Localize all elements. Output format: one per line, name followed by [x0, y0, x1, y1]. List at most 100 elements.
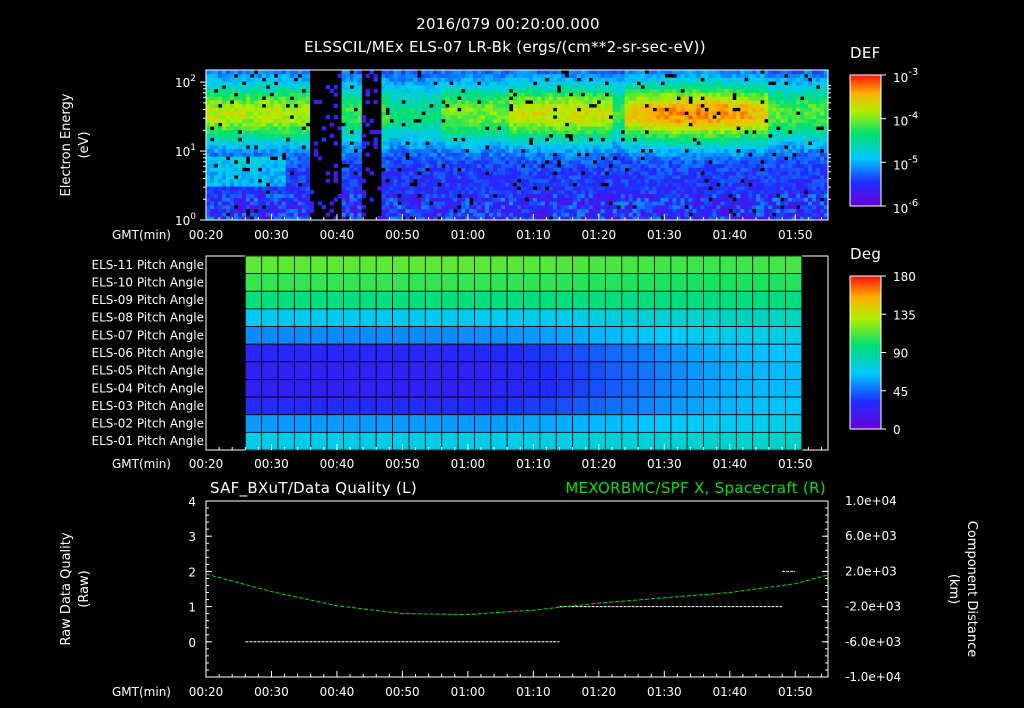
spectrogram-cell [341, 85, 346, 90]
spectrogram-cell [301, 133, 307, 138]
spectrogram-cell [253, 212, 259, 217]
spectrogram-cell [556, 70, 562, 75]
spectrogram-cell [305, 115, 311, 120]
spectrogram-cell [668, 148, 673, 153]
spectrogram-cell [385, 171, 390, 176]
spectrogram-cell [636, 122, 642, 127]
spectrogram-cell [644, 205, 649, 210]
spectrogram-cell [457, 148, 462, 153]
spectrogram-cell [692, 193, 697, 198]
spectrogram-cell [489, 88, 494, 93]
spectrogram-cell [592, 167, 598, 172]
spectrogram-cell [473, 96, 478, 101]
spectrogram-cell [293, 73, 299, 78]
spectrogram-cell [772, 167, 777, 172]
spectrogram-cell [513, 197, 518, 202]
spectrogram-cell [429, 137, 434, 142]
spectrogram-cell [429, 141, 434, 146]
spectrogram-cell [624, 156, 630, 161]
spectrogram-cell [648, 130, 653, 135]
spectrogram-cell [213, 197, 219, 202]
spectrogram-cell [652, 152, 657, 157]
spectrogram-cell [532, 208, 538, 213]
spectrogram-cell [632, 73, 638, 78]
spectrogram-cell [580, 205, 586, 210]
spectrogram-cell [768, 100, 773, 105]
spectrogram-cell [281, 141, 287, 146]
spectrogram-cell [229, 178, 235, 183]
spectrogram-cell [233, 81, 239, 86]
spectrogram-cell [341, 137, 346, 142]
spectrogram-cell [345, 208, 350, 213]
spectrogram-cell [257, 77, 263, 82]
spectrogram-cell [644, 190, 649, 195]
spectrogram-cell [612, 85, 618, 90]
spectrogram-cell [680, 73, 685, 78]
spectrogram-cell [209, 152, 215, 157]
spectrogram-cell [708, 81, 713, 86]
spectrogram-cell [572, 137, 578, 142]
spectrogram-cell [297, 100, 303, 105]
spectrogram-cell [748, 130, 753, 135]
spectrogram-cell [289, 197, 295, 202]
spectrogram-cell [628, 122, 634, 127]
spectrogram-cell [748, 100, 753, 105]
spectrogram-cell [517, 96, 522, 101]
spectrogram-cell [592, 193, 598, 198]
spectrogram-cell [237, 171, 243, 176]
spectrogram-cell [453, 122, 458, 127]
spectrogram-cell [568, 190, 574, 195]
spectrogram-cell [409, 100, 414, 105]
spectrogram-cell [524, 92, 530, 97]
spectrogram-cell [233, 208, 239, 213]
spectrogram-cell [692, 111, 697, 116]
spectrogram-cell [509, 178, 514, 183]
spectrogram-cell [700, 212, 705, 217]
spectrogram-cell [656, 96, 661, 101]
spectrogram-cell [345, 156, 350, 161]
spectrogram-cell [469, 152, 474, 157]
spectrogram-cell [385, 81, 390, 86]
spectrogram-cell [489, 115, 494, 120]
spectrogram-cell [469, 141, 474, 146]
spectrogram-cell [497, 141, 502, 146]
spectrogram-cell [532, 70, 538, 75]
spectrogram-cell [564, 197, 570, 202]
spectrogram-cell [225, 111, 231, 116]
spectrogram-cell [389, 205, 394, 210]
spectrogram-cell [692, 100, 697, 105]
spectrogram-cell [672, 160, 677, 165]
spectrogram-cell [704, 182, 709, 187]
spectrogram-cell [740, 77, 745, 82]
spectrogram-cell [760, 133, 765, 138]
spectrogram-cell [708, 92, 713, 97]
spectrogram-cell [736, 122, 741, 127]
spectrogram-cell [229, 193, 235, 198]
spectrogram-cell [393, 156, 398, 161]
spectrogram-cell [668, 122, 673, 127]
spectrogram-cell [676, 167, 681, 172]
spectrogram-cell [588, 190, 594, 195]
spectrogram-cell [528, 77, 534, 82]
spectrogram-cell [277, 85, 283, 90]
spectrogram-cell [764, 182, 769, 187]
spectrogram-cell [724, 81, 729, 86]
spectrogram-cell [449, 160, 454, 165]
spectrogram-cell [660, 148, 665, 153]
spectrogram-cell [413, 141, 418, 146]
spectrogram-cell [301, 118, 307, 123]
spectrogram-cell [576, 88, 582, 93]
spectrogram-cell [473, 197, 478, 202]
spectrogram-cell [421, 88, 426, 93]
spectrogram-cell [433, 212, 438, 217]
spectrogram-cell [644, 201, 649, 206]
spectrogram-cell [285, 122, 291, 127]
spectrogram-cell [249, 171, 255, 176]
spectrogram-cell [421, 96, 426, 101]
spectrogram-cell [285, 141, 291, 146]
spectrogram-cell [608, 122, 614, 127]
spectrogram-cell [433, 175, 438, 180]
spectrogram-cell [493, 152, 498, 157]
spectrogram-cell [696, 122, 701, 127]
spectrogram-cell [281, 103, 287, 108]
